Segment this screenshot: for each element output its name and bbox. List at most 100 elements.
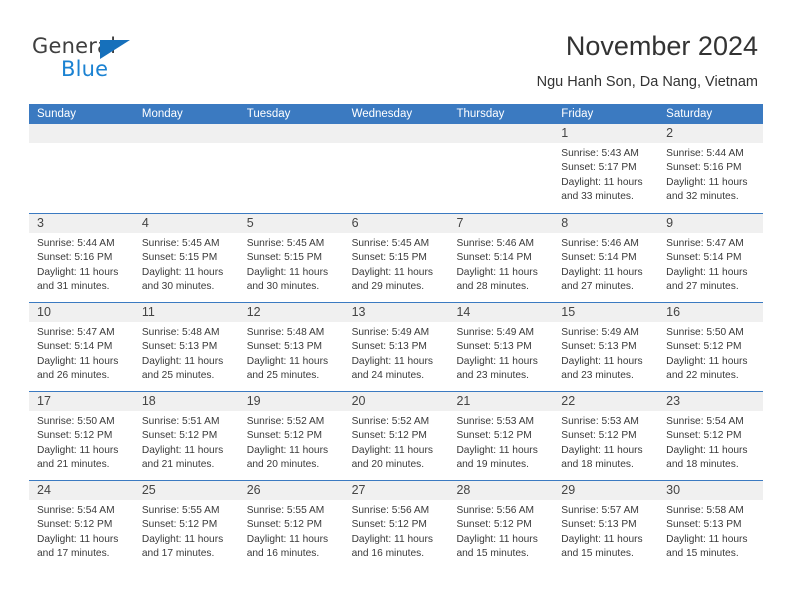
day-number: 18 — [133, 392, 239, 411]
day-details: Sunrise: 5:47 AM Sunset: 5:14 PM Dayligh… — [29, 322, 134, 384]
day-cell[interactable]: 11 Sunrise: 5:48 AM Sunset: 5:13 PM Dayl… — [133, 303, 239, 391]
daylight-text-line1: Daylight: 11 hours — [37, 444, 119, 456]
day-number: 5 — [238, 214, 344, 233]
sunset-text: Sunset: 5:12 PM — [351, 519, 427, 531]
daylight-text-line2: and 22 minutes. — [666, 370, 739, 382]
logo-text-blue: Blue — [61, 57, 109, 81]
daylight-text-line2: and 15 minutes. — [456, 548, 529, 560]
day-cell[interactable] — [238, 124, 344, 213]
day-number: 19 — [238, 392, 344, 411]
daylight-text-line2: and 15 minutes. — [666, 548, 739, 560]
daylight-text-line2: and 21 minutes. — [141, 459, 215, 471]
sunrise-text: Sunrise: 5:45 AM — [141, 238, 220, 249]
day-cell[interactable]: 12 Sunrise: 5:48 AM Sunset: 5:13 PM Dayl… — [238, 303, 344, 391]
sunset-text: Sunset: 5:17 PM — [561, 162, 637, 174]
day-cell[interactable] — [29, 124, 134, 213]
day-cell[interactable] — [133, 124, 239, 213]
daylight-text-line1: Daylight: 11 hours — [37, 266, 119, 278]
daylight-text-line1: Daylight: 11 hours — [351, 533, 433, 545]
day-details: Sunrise: 5:51 AM Sunset: 5:12 PM Dayligh… — [134, 411, 239, 473]
day-cell[interactable]: 9 Sunrise: 5:47 AM Sunset: 5:14 PM Dayli… — [658, 214, 764, 302]
daylight-text-line2: and 23 minutes. — [456, 370, 529, 382]
day-cell[interactable]: 5 Sunrise: 5:45 AM Sunset: 5:15 PM Dayli… — [238, 214, 344, 302]
day-cell[interactable]: 18 Sunrise: 5:51 AM Sunset: 5:12 PM Dayl… — [133, 392, 239, 480]
day-cell[interactable]: 19 Sunrise: 5:52 AM Sunset: 5:12 PM Dayl… — [238, 392, 344, 480]
day-cell[interactable] — [448, 124, 554, 213]
daylight-text-line1: Daylight: 11 hours — [37, 533, 119, 545]
day-number: 13 — [343, 303, 449, 322]
calendar-grid: Sunday Monday Tuesday Wednesday Thursday… — [29, 104, 764, 569]
day-cell[interactable]: 28 Sunrise: 5:56 AM Sunset: 5:12 PM Dayl… — [448, 481, 554, 569]
sunrise-text: Sunrise: 5:52 AM — [246, 416, 325, 427]
day-number: 9 — [658, 214, 764, 233]
week-row: 24 Sunrise: 5:54 AM Sunset: 5:12 PM Dayl… — [29, 480, 764, 569]
sunrise-text: Sunrise: 5:44 AM — [666, 148, 744, 159]
day-cell[interactable]: 29 Sunrise: 5:57 AM Sunset: 5:13 PM Dayl… — [553, 481, 659, 569]
day-cell[interactable]: 22 Sunrise: 5:53 AM Sunset: 5:12 PM Dayl… — [553, 392, 659, 480]
weekday-header-tuesday: Tuesday — [246, 108, 291, 120]
day-cell[interactable]: 23 Sunrise: 5:54 AM Sunset: 5:12 PM Dayl… — [658, 392, 764, 480]
week-row: 3 Sunrise: 5:44 AM Sunset: 5:16 PM Dayli… — [29, 213, 764, 302]
sunrise-text: Sunrise: 5:48 AM — [246, 327, 325, 338]
sunrise-text: Sunrise: 5:46 AM — [456, 238, 535, 249]
weekday-header-friday: Friday — [561, 108, 594, 120]
day-cell[interactable]: 15 Sunrise: 5:49 AM Sunset: 5:13 PM Dayl… — [553, 303, 659, 391]
daylight-text-line1: Daylight: 11 hours — [246, 266, 329, 278]
daylight-text-line2: and 17 minutes. — [141, 548, 215, 560]
day-number — [448, 124, 554, 143]
generalblue-logo[interactable]: General Blue — [32, 34, 212, 88]
sunset-text: Sunset: 5:14 PM — [666, 252, 742, 264]
day-cell[interactable]: 1 Sunrise: 5:43 AM Sunset: 5:17 PM Dayli… — [553, 124, 659, 213]
day-cell[interactable]: 3 Sunrise: 5:44 AM Sunset: 5:16 PM Dayli… — [29, 214, 134, 302]
day-details — [239, 143, 344, 147]
day-cell[interactable]: 21 Sunrise: 5:53 AM Sunset: 5:12 PM Dayl… — [448, 392, 554, 480]
sunset-text: Sunset: 5:12 PM — [37, 430, 113, 442]
daylight-text-line1: Daylight: 11 hours — [456, 444, 538, 456]
day-cell[interactable]: 2 Sunrise: 5:44 AM Sunset: 5:16 PM Dayli… — [658, 124, 764, 213]
sunset-text: Sunset: 5:14 PM — [561, 252, 637, 264]
day-cell[interactable]: 8 Sunrise: 5:46 AM Sunset: 5:14 PM Dayli… — [553, 214, 659, 302]
page-subtitle: Ngu Hanh Son, Da Nang, Vietnam — [536, 74, 758, 90]
day-cell[interactable]: 6 Sunrise: 5:45 AM Sunset: 5:15 PM Dayli… — [343, 214, 449, 302]
day-cell[interactable]: 27 Sunrise: 5:56 AM Sunset: 5:12 PM Dayl… — [343, 481, 449, 569]
daylight-text-line1: Daylight: 11 hours — [456, 266, 538, 278]
sunset-text: Sunset: 5:13 PM — [666, 519, 742, 531]
sunrise-text: Sunrise: 5:49 AM — [456, 327, 535, 338]
day-cell[interactable]: 17 Sunrise: 5:50 AM Sunset: 5:12 PM Dayl… — [29, 392, 134, 480]
daylight-text-line1: Daylight: 11 hours — [246, 533, 329, 545]
daylight-text-line2: and 32 minutes. — [666, 191, 739, 203]
sunrise-text: Sunrise: 5:54 AM — [666, 416, 744, 427]
daylight-text-line1: Daylight: 11 hours — [351, 355, 433, 367]
day-number: 14 — [448, 303, 554, 322]
day-cell[interactable] — [343, 124, 449, 213]
daylight-text-line1: Daylight: 11 hours — [561, 266, 643, 278]
day-cell[interactable]: 14 Sunrise: 5:49 AM Sunset: 5:13 PM Dayl… — [448, 303, 554, 391]
daylight-text-line1: Daylight: 11 hours — [456, 355, 538, 367]
day-details: Sunrise: 5:56 AM Sunset: 5:12 PM Dayligh… — [344, 500, 449, 562]
day-cell[interactable]: 25 Sunrise: 5:55 AM Sunset: 5:12 PM Dayl… — [133, 481, 239, 569]
day-cell[interactable]: 7 Sunrise: 5:46 AM Sunset: 5:14 PM Dayli… — [448, 214, 554, 302]
sunset-text: Sunset: 5:13 PM — [456, 341, 532, 353]
day-number — [238, 124, 344, 143]
day-cell[interactable]: 16 Sunrise: 5:50 AM Sunset: 5:12 PM Dayl… — [658, 303, 764, 391]
daylight-text-line2: and 23 minutes. — [561, 370, 634, 382]
sunset-text: Sunset: 5:14 PM — [37, 341, 113, 353]
daylight-text-line2: and 24 minutes. — [351, 370, 425, 382]
day-details — [134, 143, 239, 147]
daylight-text-line2: and 26 minutes. — [37, 370, 110, 382]
sunset-text: Sunset: 5:12 PM — [351, 430, 427, 442]
day-cell[interactable]: 20 Sunrise: 5:52 AM Sunset: 5:12 PM Dayl… — [343, 392, 449, 480]
day-cell[interactable]: 4 Sunrise: 5:45 AM Sunset: 5:15 PM Dayli… — [133, 214, 239, 302]
sunrise-text: Sunrise: 5:50 AM — [666, 327, 744, 338]
day-number — [343, 124, 449, 143]
day-number: 8 — [553, 214, 659, 233]
day-cell[interactable]: 10 Sunrise: 5:47 AM Sunset: 5:14 PM Dayl… — [29, 303, 134, 391]
weekday-header-wednesday: Wednesday — [351, 108, 413, 120]
day-cell[interactable]: 13 Sunrise: 5:49 AM Sunset: 5:13 PM Dayl… — [343, 303, 449, 391]
day-cell[interactable]: 26 Sunrise: 5:55 AM Sunset: 5:12 PM Dayl… — [238, 481, 344, 569]
day-cell[interactable]: 30 Sunrise: 5:58 AM Sunset: 5:13 PM Dayl… — [658, 481, 764, 569]
day-cell[interactable]: 24 Sunrise: 5:54 AM Sunset: 5:12 PM Dayl… — [29, 481, 134, 569]
daylight-text-line1: Daylight: 11 hours — [561, 355, 643, 367]
page-header: General Blue November 2024 Ngu Hanh Son,… — [0, 0, 792, 104]
daylight-text-line2: and 16 minutes. — [246, 548, 320, 560]
